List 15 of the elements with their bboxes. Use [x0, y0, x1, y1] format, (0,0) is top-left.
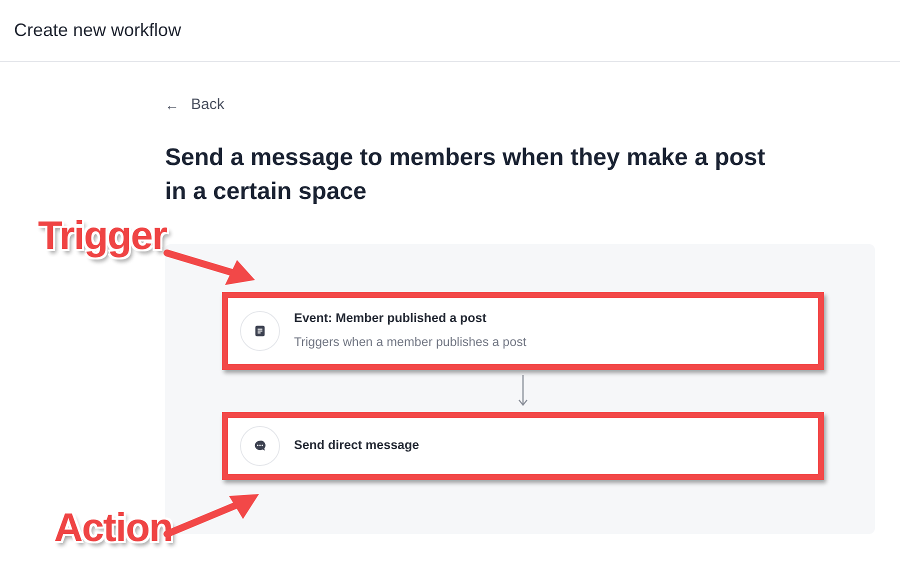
- workflow-step-card[interactable]: Event: Member published a post Triggers when a member publishes a post: [222, 292, 824, 370]
- annotation-label: Trigger: [38, 213, 167, 260]
- page-heading: Send a message to members when they make a post in a certain space: [165, 142, 766, 206]
- chat-bubble-icon: [253, 438, 267, 452]
- step-description: Triggers when a member publishes a post: [294, 334, 526, 351]
- back-arrow-icon: ←: [165, 94, 179, 116]
- workflow-step-card[interactable]: Send direct message: [222, 412, 824, 480]
- step-title: Send direct message: [294, 437, 420, 454]
- back-label: Back: [191, 95, 224, 115]
- document-icon: [253, 324, 267, 338]
- back-link[interactable]: ← Back: [165, 94, 224, 116]
- connector-arrow: [518, 374, 528, 406]
- page-title: Create new workflow: [14, 19, 182, 42]
- annotation-label: Action: [54, 505, 172, 552]
- step-title: Event: Member published a post: [294, 310, 488, 328]
